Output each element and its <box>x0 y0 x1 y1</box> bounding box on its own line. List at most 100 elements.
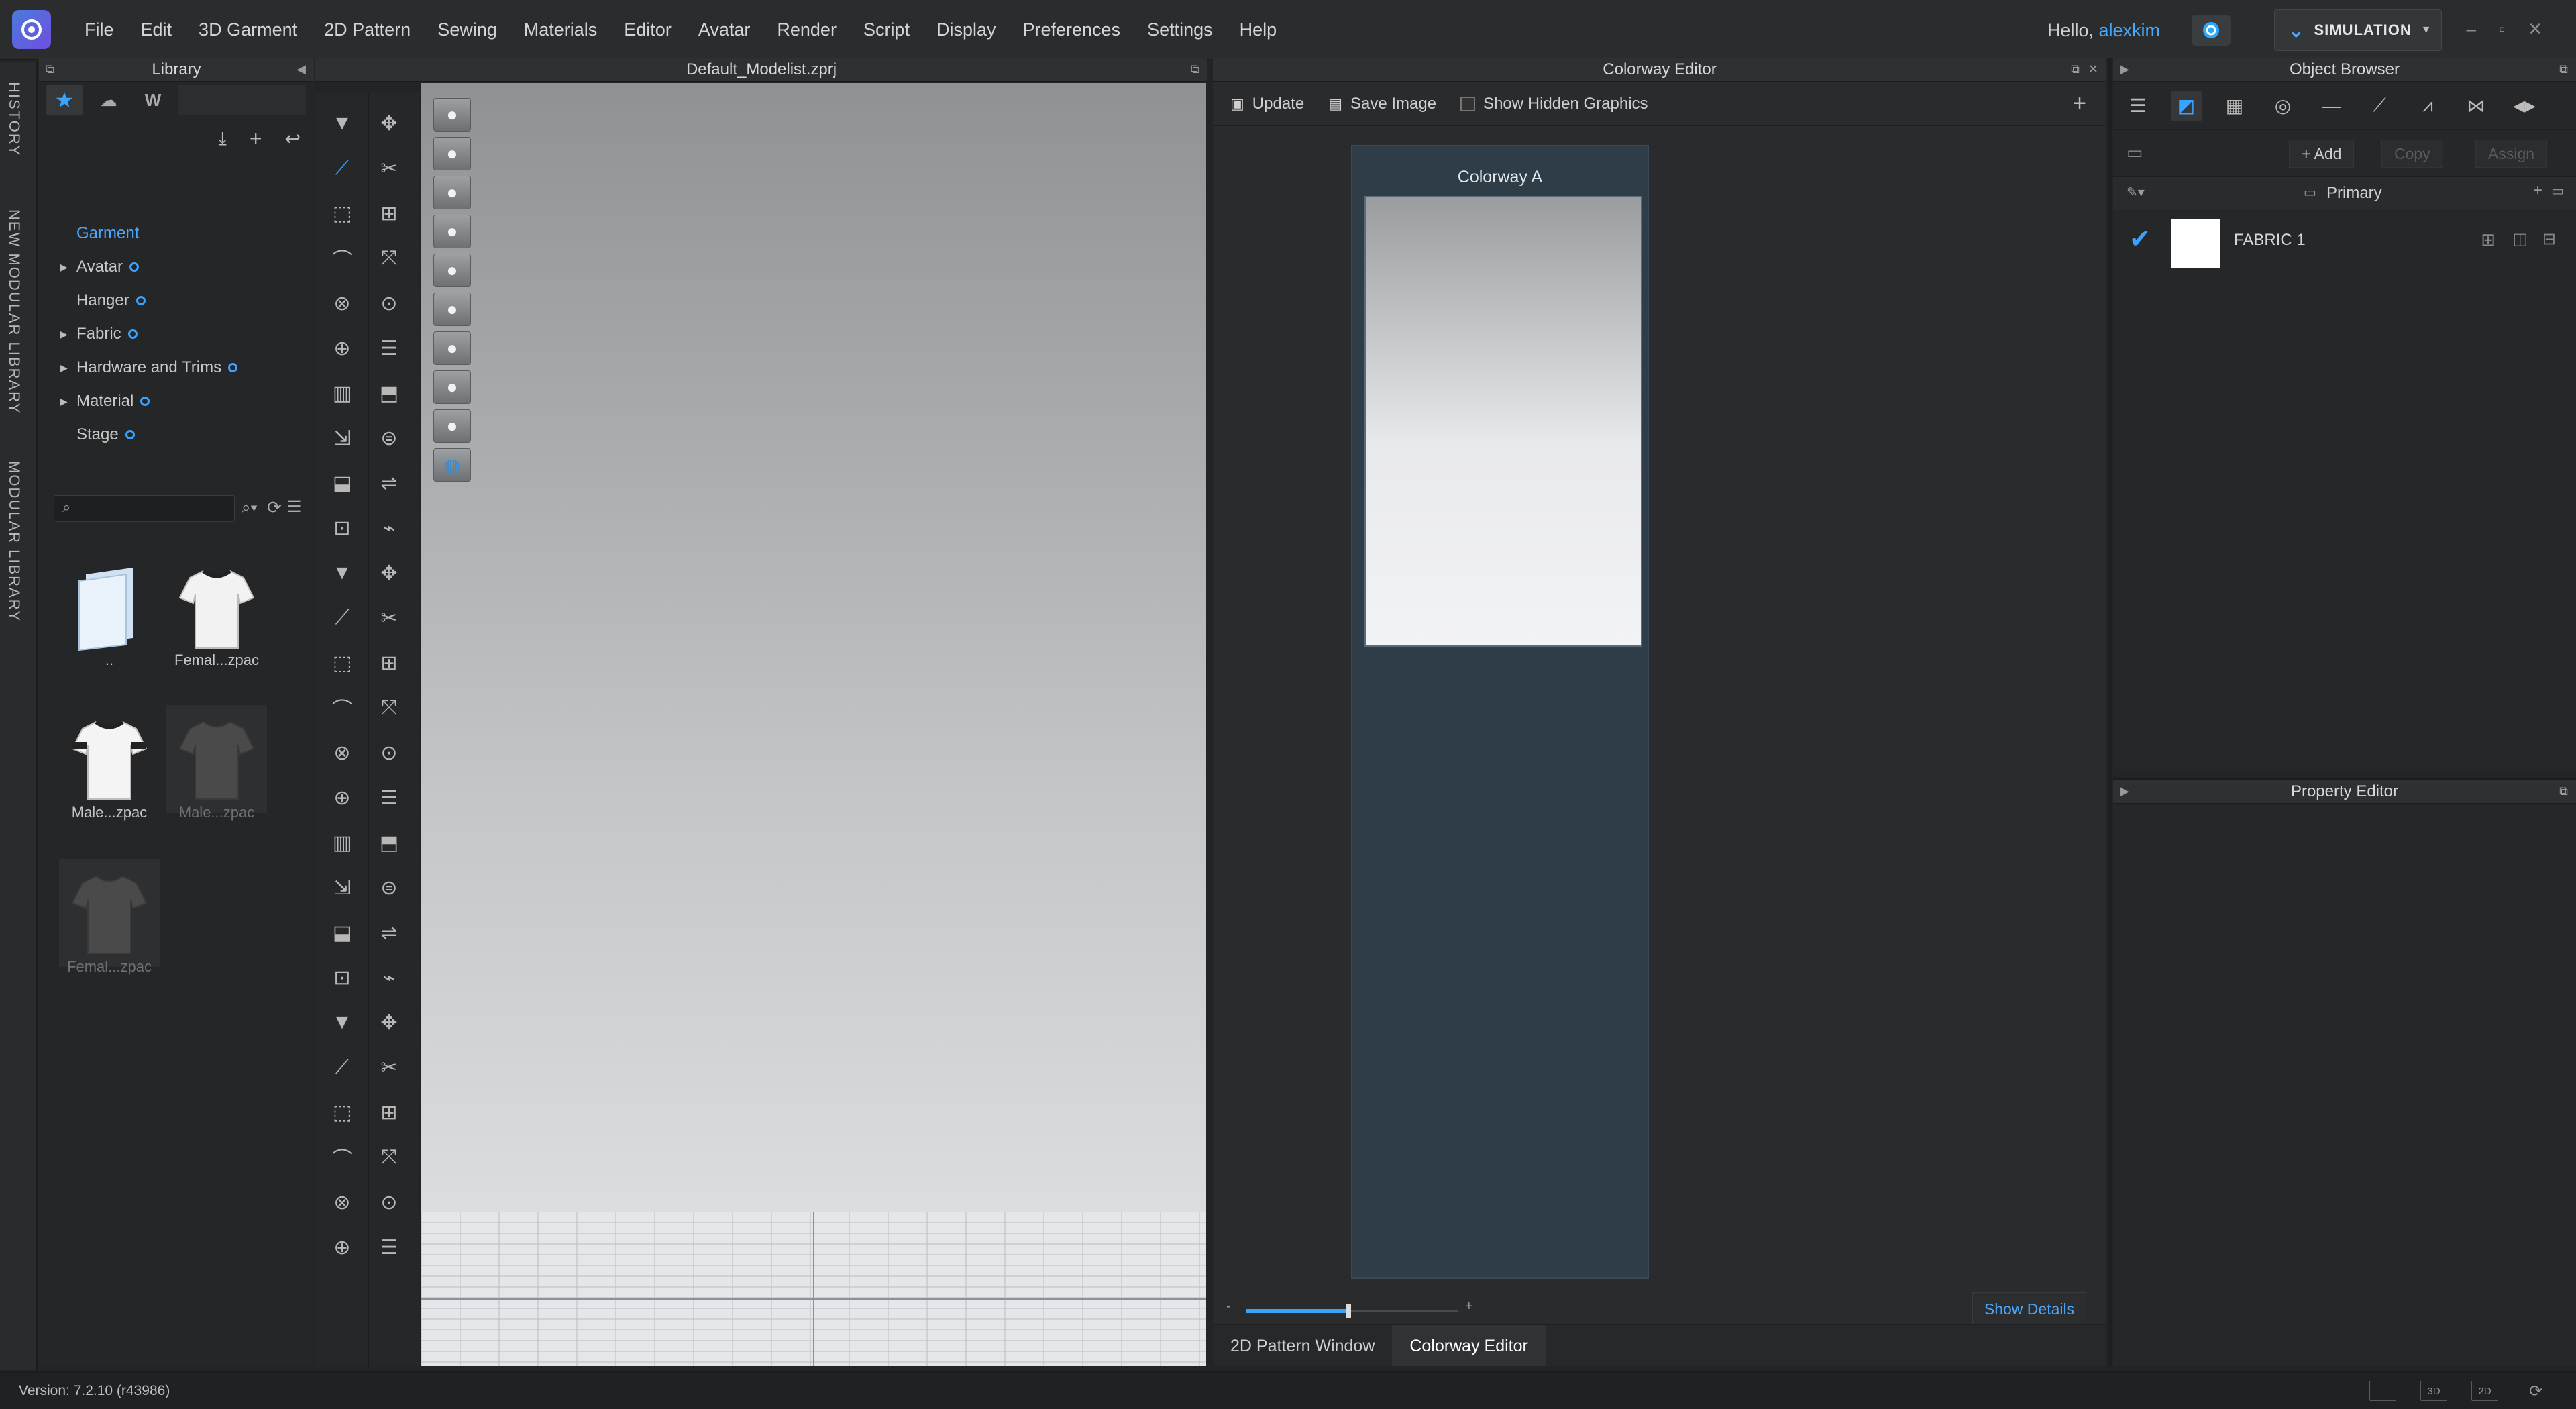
close-icon[interactable]: ✕ <box>2088 62 2098 76</box>
collapse-arrow-icon[interactable]: ◀ <box>297 62 306 76</box>
colorway-card[interactable]: Colorway A <box>1351 145 1649 1279</box>
show-hidden-graphics-checkbox[interactable]: Show Hidden Graphics <box>1460 95 1648 113</box>
add-to-colorway-icon[interactable]: ⊞ <box>2481 229 2496 250</box>
avatar-display-button[interactable]: ● <box>433 409 471 443</box>
tool-button[interactable]: ⊜ <box>373 422 405 454</box>
tool-button[interactable]: ⤧ <box>373 692 405 724</box>
tool-button[interactable]: ⬓ <box>326 467 358 499</box>
delete-icon[interactable]: ⊟ <box>2542 229 2556 249</box>
tool-button[interactable]: ✥ <box>373 1006 405 1039</box>
bow-tab[interactable]: ⋈ <box>2461 91 2491 121</box>
float-icon[interactable]: ⧉ <box>2071 62 2080 76</box>
float-icon[interactable]: ⧉ <box>2559 784 2568 798</box>
tool-button[interactable]: ⌒ <box>326 692 358 724</box>
tool-button[interactable]: ⬒ <box>373 827 405 859</box>
3d-viewport[interactable]: ● ● ● ● ● ● ● ● ● ◍ <box>421 83 1206 1366</box>
favorites-tab[interactable]: ★ <box>46 85 83 115</box>
avatar-display-button[interactable]: ● <box>433 370 471 404</box>
tab-history[interactable]: HISTORY <box>5 82 23 156</box>
tool-button[interactable]: ⇌ <box>373 917 405 949</box>
sync-icon[interactable]: ⟳ <box>2522 1381 2549 1401</box>
tool-button[interactable]: ☰ <box>373 1231 405 1263</box>
expand-arrow-icon[interactable]: ▶ <box>60 362 70 374</box>
add-colorway-icon[interactable]: + <box>2073 91 2086 117</box>
tool-button[interactable]: ⬚ <box>326 197 358 229</box>
cloud-tab[interactable]: ☁ <box>90 85 127 115</box>
colorway-preview[interactable] <box>1364 196 1642 647</box>
tool-button[interactable]: ✂ <box>373 1051 405 1084</box>
tool-button[interactable]: ⊙ <box>373 1186 405 1218</box>
menu-editor[interactable]: Editor <box>610 0 685 60</box>
menu-materials[interactable]: Materials <box>511 0 611 60</box>
float-icon[interactable]: ⧉ <box>1191 62 1199 76</box>
fabric-tab[interactable]: ◩ <box>2171 90 2202 121</box>
float-icon[interactable]: ⧉ <box>46 62 54 76</box>
avatar-display-button[interactable]: ◍ <box>433 448 471 482</box>
button-tab[interactable]: ◎ <box>2267 91 2298 121</box>
add-object-button[interactable]: + Add <box>2289 140 2355 168</box>
maximize-icon[interactable]: ▫ <box>2499 19 2505 40</box>
app-logo-icon[interactable] <box>12 10 51 49</box>
avatar-display-button[interactable]: ● <box>433 176 471 209</box>
menu-file[interactable]: File <box>71 0 127 60</box>
tree-item-material[interactable]: ▶ Material <box>60 392 150 411</box>
expand-arrow-icon[interactable]: ▶ <box>60 262 70 273</box>
tool-button[interactable]: ⇲ <box>326 872 358 904</box>
tool-button[interactable]: ⇌ <box>373 467 405 499</box>
save-image-button[interactable]: ▤ Save Image <box>1328 95 1436 113</box>
tool-button[interactable]: ⊜ <box>373 872 405 904</box>
search-options-icon[interactable]: ⌕▾ <box>241 499 258 517</box>
collapse-arrow-icon[interactable]: ▶ <box>2120 62 2129 76</box>
tree-item-garment[interactable]: Garment <box>60 224 146 243</box>
split-view-icon[interactable] <box>2369 1381 2396 1401</box>
update-button[interactable]: ▣ Update <box>1230 95 1304 113</box>
tool-button[interactable]: ⟋ <box>326 152 358 185</box>
tool-button[interactable]: ⌁ <box>373 512 405 544</box>
tool-button[interactable]: ☰ <box>373 782 405 814</box>
2d-view-icon[interactable]: 2D <box>2471 1381 2498 1401</box>
tool-button[interactable]: ⬚ <box>326 647 358 679</box>
tool-button[interactable]: ⟋ <box>326 1051 358 1084</box>
expand-arrow-icon[interactable]: ▶ <box>60 396 70 407</box>
fabric-swatch[interactable] <box>2171 219 2220 268</box>
avatar-display-button[interactable]: ● <box>433 331 471 365</box>
garment-thumbnail[interactable] <box>166 554 267 662</box>
tool-button[interactable]: ✂ <box>373 152 405 185</box>
trim-tab[interactable]: — <box>2316 91 2347 121</box>
tool-button[interactable]: ⌒ <box>326 1141 358 1173</box>
show-details-button[interactable]: Show Details <box>1972 1292 2086 1326</box>
avatar-display-button[interactable]: ● <box>433 254 471 287</box>
cloud-sync-button[interactable] <box>2192 15 2231 46</box>
avatar-display-button[interactable]: ● <box>433 137 471 170</box>
menu-avatar[interactable]: Avatar <box>685 0 764 60</box>
tool-button[interactable]: ▼ <box>326 557 358 589</box>
tool-button[interactable]: ⊡ <box>326 512 358 544</box>
menu-3d-garment[interactable]: 3D Garment <box>185 0 311 60</box>
tool-button[interactable]: ⤧ <box>373 1141 405 1173</box>
garment-thumbnail[interactable] <box>59 705 160 813</box>
checkmark-icon[interactable]: ✔ <box>2129 224 2151 254</box>
menu-render[interactable]: Render <box>763 0 850 60</box>
collapse-arrow-icon[interactable]: ▶ <box>2120 784 2129 798</box>
tree-item-avatar[interactable]: ▶ Avatar <box>60 258 139 276</box>
tool-button[interactable]: ⊞ <box>373 1096 405 1129</box>
menu-preferences[interactable]: Preferences <box>1010 0 1134 60</box>
tool-button[interactable]: ✂ <box>373 602 405 634</box>
tool-button[interactable]: ⊡ <box>326 961 358 994</box>
slider-thumb[interactable] <box>1345 1304 1351 1318</box>
more-tab[interactable]: ◀▶ <box>2509 91 2540 121</box>
dropdown-arrow-icon[interactable]: ▼ <box>2421 24 2432 36</box>
menu-help[interactable]: Help <box>1226 0 1291 60</box>
list-tab[interactable]: ☰ <box>2123 91 2153 121</box>
topstitch-tab[interactable]: ⟋ <box>2364 91 2395 121</box>
tool-button[interactable]: ⟋ <box>326 602 358 634</box>
tree-item-fabric[interactable]: ▶ Fabric <box>60 325 138 344</box>
username-link[interactable]: alexkim <box>2098 20 2160 40</box>
tool-button[interactable]: ▼ <box>326 1006 358 1039</box>
tool-button[interactable]: ▥ <box>326 377 358 409</box>
menu-2d-pattern[interactable]: 2D Pattern <box>311 0 424 60</box>
fabric-list-item[interactable]: ✔ FABRIC 1 ⊞ ◫ ⊟ <box>2113 209 2576 272</box>
tab-new-modular-library[interactable]: NEW MODULAR LIBRARY <box>5 209 23 414</box>
library-search-input[interactable]: ⌕ <box>54 495 235 522</box>
folder-icon[interactable]: ▭ <box>2127 142 2143 163</box>
